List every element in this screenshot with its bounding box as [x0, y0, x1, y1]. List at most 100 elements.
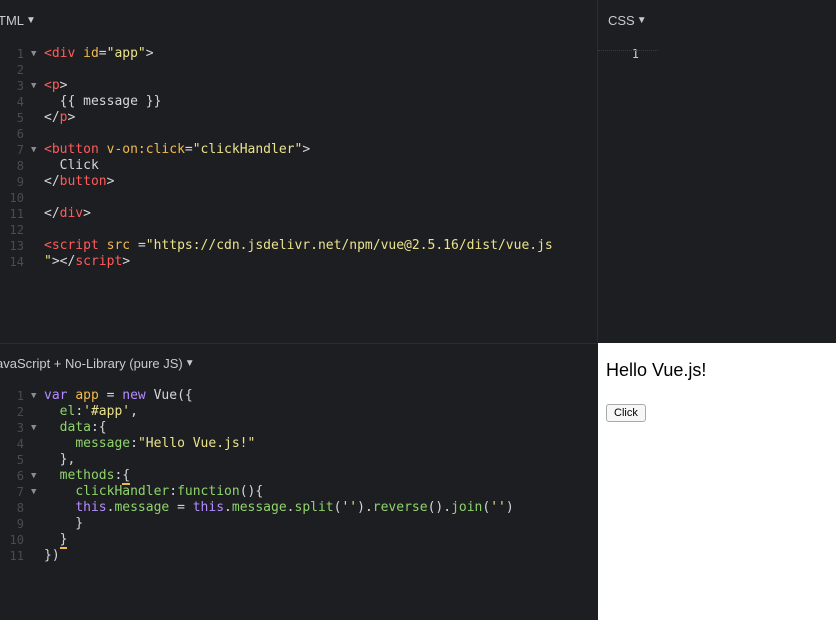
line-number: 10 — [9, 533, 24, 547]
code-token: message — [114, 500, 178, 515]
css-panel-title: CSS — [608, 12, 635, 28]
line-number: 11 — [9, 549, 24, 563]
code-token: }) — [44, 548, 60, 563]
code-text: <p> — [44, 78, 67, 94]
line-number: 7 — [16, 143, 24, 157]
code-token: > — [302, 142, 311, 157]
js-panel-title: avaScript + No-Library (pure JS) — [0, 355, 183, 371]
code-line: 10 — [0, 190, 597, 206]
code-token: ></ — [51, 254, 76, 269]
line-number: 12 — [9, 223, 24, 237]
code-text: } — [44, 532, 68, 549]
code-token: Click — [44, 158, 99, 173]
code-token: ). — [357, 500, 373, 515]
caret-down-icon[interactable]: ▼ — [637, 15, 647, 26]
code-token: </ — [44, 110, 60, 125]
css-panel-header[interactable]: CSS ▼ — [599, 0, 836, 40]
code-text: message:"Hello Vue.js!" — [44, 436, 255, 452]
line-number: 3 — [16, 79, 24, 93]
code-line: 6 ▼ methods:{ — [0, 468, 598, 485]
code-token: = — [98, 46, 107, 61]
code-token: id — [83, 46, 99, 61]
editor-divider — [598, 50, 658, 51]
fold-arrow-icon[interactable]: ▼ — [31, 388, 36, 404]
code-line: 4 {{ message }} — [0, 94, 597, 110]
code-token: </ — [44, 206, 60, 221]
fold-arrow-icon[interactable]: ▼ — [31, 484, 36, 500]
code-line: 7 ▼ <button v-on:click="clickHandler"> — [0, 142, 597, 158]
code-token: app — [75, 388, 107, 403]
code-text: data:{ — [44, 420, 107, 436]
fold-arrow-icon[interactable]: ▼ — [31, 468, 36, 484]
code-token: <button — [44, 142, 107, 157]
line-number: 1 — [16, 47, 24, 61]
code-text: this.message = this.message.split('').re… — [44, 500, 514, 516]
code-token: "app" — [106, 46, 146, 61]
code-line: 2 el:'#app', — [0, 404, 598, 420]
code-token: message — [231, 500, 287, 515]
code-token: : — [75, 404, 84, 419]
code-token: '' — [490, 500, 506, 515]
html-panel-header[interactable]: TML ▼ — [0, 0, 597, 40]
js-code-editor[interactable]: 1 ▼ var app = new Vue({2 el:'#app', 3 ▼ data… — [0, 382, 598, 564]
line-number: 8 — [16, 159, 24, 173]
code-token: v-on:click — [106, 142, 185, 157]
code-line: 9 </button> — [0, 174, 597, 190]
code-token: " — [44, 254, 52, 269]
fold-arrow-icon[interactable]: ▼ — [31, 420, 36, 436]
html-code-editor[interactable]: 1 ▼ <div id="app"> 2 3 ▼ <p> 4 {{ message }} 5 </… — [0, 40, 597, 270]
code-token: methods — [59, 468, 115, 483]
line-number: 6 — [16, 127, 24, 141]
code-token: ) — [505, 500, 514, 515]
html-panel-title: TML — [0, 12, 24, 28]
line-number: 9 — [16, 517, 24, 531]
code-token: join — [451, 500, 483, 515]
line-number: 4 — [16, 95, 24, 109]
css-code-editor[interactable]: 1 — [599, 40, 836, 62]
fold-arrow-icon[interactable]: ▼ — [31, 46, 36, 62]
code-token: script — [75, 254, 123, 269]
code-token: <p — [44, 78, 60, 93]
js-panel-header[interactable]: avaScript + No-Library (pure JS) ▼ — [0, 344, 598, 382]
code-token: }, — [44, 452, 76, 467]
code-text: Click — [44, 158, 99, 174]
code-token: :{ — [90, 420, 107, 435]
click-button[interactable]: Click — [606, 404, 646, 422]
line-number: 5 — [16, 111, 24, 125]
code-text: var app = new Vue({ — [44, 388, 193, 404]
line-number: 5 — [16, 453, 24, 467]
code-token: : — [130, 436, 138, 451]
code-token: this — [192, 500, 225, 515]
line-number: 13 — [9, 239, 24, 253]
caret-down-icon[interactable]: ▼ — [185, 358, 195, 369]
code-text: }) — [44, 548, 60, 564]
code-line: 1 ▼ <div id="app"> — [0, 46, 597, 62]
code-token: { — [122, 468, 131, 485]
code-token: : — [169, 484, 178, 499]
fold-arrow-icon[interactable]: ▼ — [31, 78, 36, 94]
fold-arrow-icon[interactable]: ▼ — [31, 142, 36, 158]
code-token: } — [44, 516, 84, 531]
code-token: this — [75, 500, 107, 515]
code-token: </ — [44, 174, 60, 189]
code-token: reverse — [372, 500, 428, 515]
code-token: data — [59, 420, 91, 435]
code-line: 11}) — [0, 548, 598, 564]
code-text: "></script> — [44, 254, 130, 270]
code-line: 12 — [0, 222, 597, 238]
code-text: <div id="app"> — [44, 46, 154, 62]
line-number: 2 — [16, 405, 24, 419]
code-token: = — [106, 388, 123, 403]
code-line: 10 } — [0, 532, 598, 549]
code-line: 8 Click — [0, 158, 597, 174]
caret-down-icon[interactable]: ▼ — [26, 15, 36, 26]
code-token: clickHandler — [75, 484, 170, 499]
code-token: = — [177, 500, 193, 515]
code-token: > — [67, 110, 76, 125]
code-line: 11 </div> — [0, 206, 597, 222]
code-text: methods:{ — [44, 468, 131, 485]
code-token: . — [286, 500, 295, 515]
